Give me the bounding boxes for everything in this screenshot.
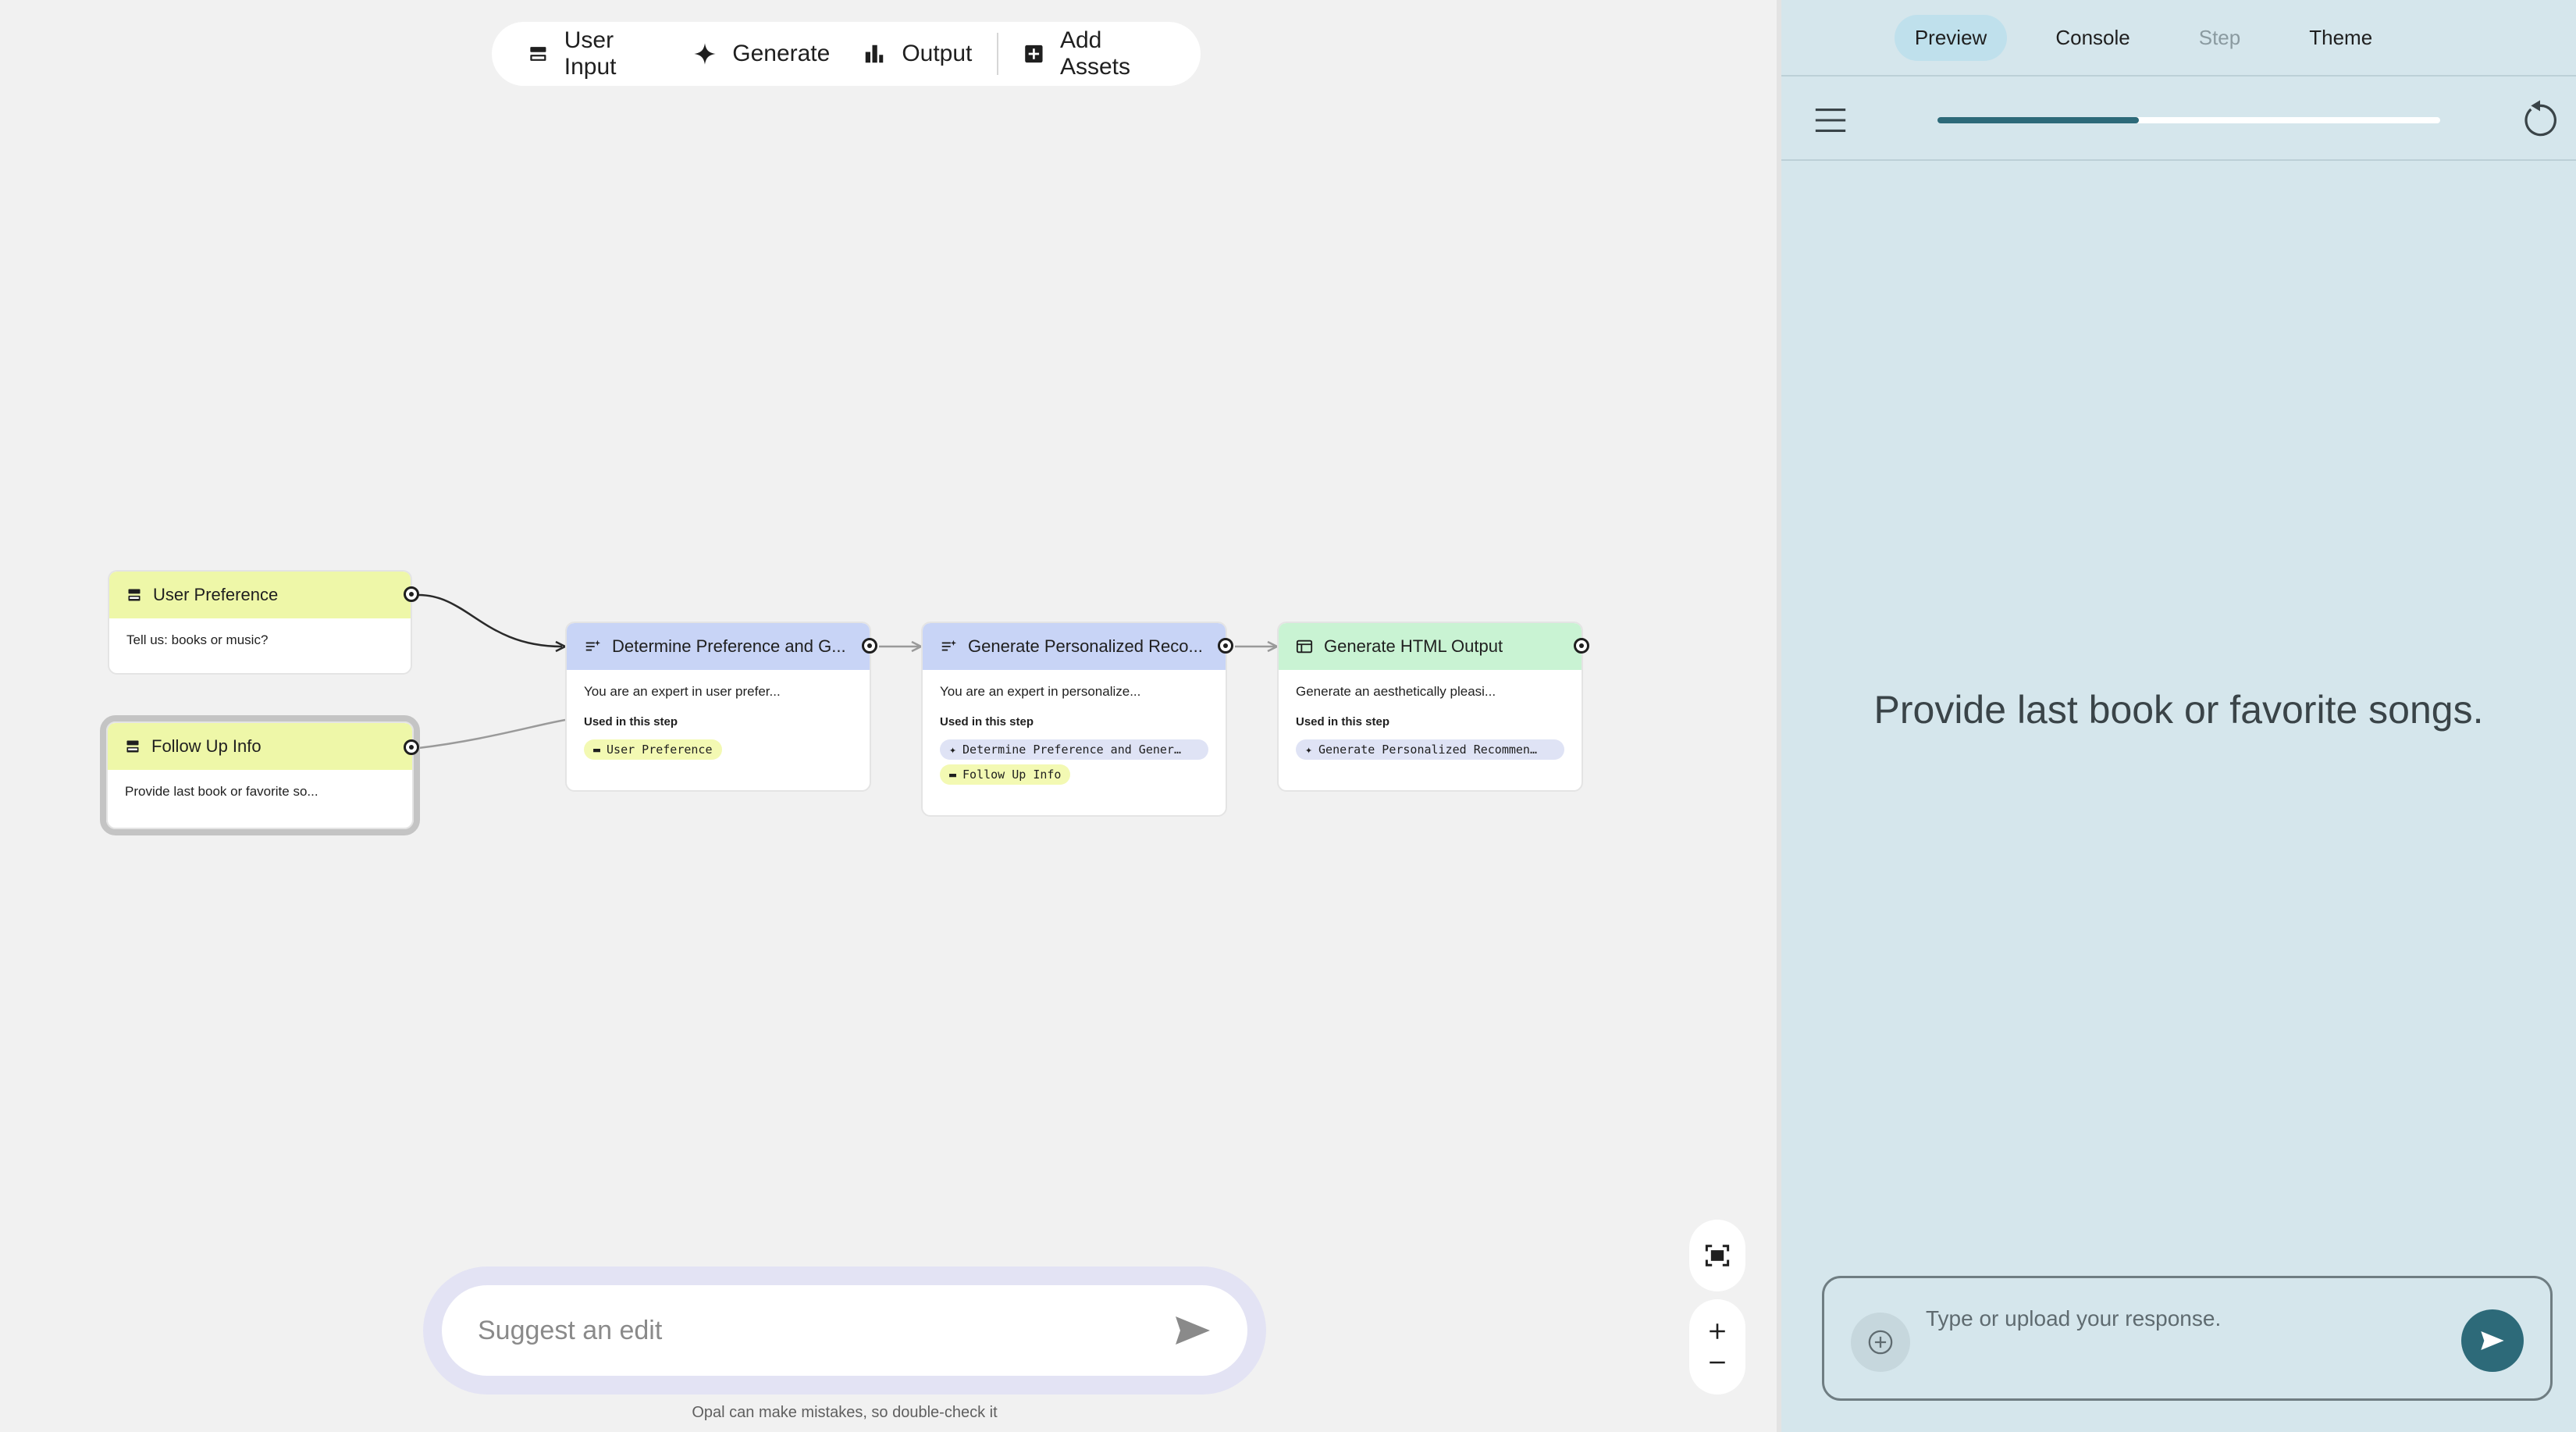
user-input-icon — [128, 589, 141, 601]
node-user-preference[interactable]: User Preference Tell us: books or music? — [108, 570, 412, 675]
user-input-icon: ▬ — [593, 743, 601, 757]
node-header: Generate Personalized Reco... — [923, 623, 1226, 670]
output-port[interactable] — [1218, 638, 1233, 654]
send-response-button[interactable] — [2461, 1309, 2524, 1372]
node-description: Provide last book or favorite so... — [125, 784, 318, 799]
node-body: Provide last book or favorite so... — [108, 770, 412, 814]
node-generate-recommendations[interactable]: Generate Personalized Reco... You are an… — [921, 622, 1227, 817]
sparkle-icon: ✦ — [949, 743, 957, 757]
text-generate-icon — [941, 639, 957, 651]
node-follow-up-info[interactable]: Follow Up Info Provide last book or favo… — [106, 721, 414, 829]
node-description: Tell us: books or music? — [126, 632, 269, 647]
node-header: Follow Up Info — [108, 723, 412, 770]
menu-icon[interactable] — [1813, 105, 1848, 136]
tab-theme[interactable]: Theme — [2289, 15, 2393, 61]
chip-label: User Preference — [607, 743, 713, 757]
node-title: Follow Up Info — [151, 736, 262, 756]
used-in-step-label: Used in this step — [584, 715, 678, 728]
node-title: Generate HTML Output — [1324, 636, 1503, 656]
disclaimer-text: Opal can make mistakes, so double-check … — [692, 1404, 998, 1421]
used-in-step-label: Used in this step — [1296, 715, 1390, 728]
connector-user-pref-to-determine — [418, 593, 563, 648]
chip-label: Generate Personalized Recommen… — [1318, 743, 1537, 757]
preview-prompt: Provide last book or favorite songs. — [1873, 688, 2484, 732]
text-generate-icon — [585, 639, 601, 651]
node-body: Tell us: books or music? — [109, 618, 411, 662]
input-chip[interactable]: ✦ Determine Preference and Gener… — [940, 739, 1208, 760]
node-description: You are an expert in personalize... — [940, 684, 1141, 699]
response-input[interactable] — [1926, 1306, 2457, 1353]
node-header: User Preference — [109, 572, 411, 618]
send-icon — [2481, 1331, 2504, 1350]
node-body: You are an expert in user prefer... Used… — [567, 670, 870, 778]
output-port[interactable] — [404, 586, 419, 602]
node-body: You are an expert in personalize... Used… — [923, 670, 1226, 803]
zoom-out-icon[interactable] — [1707, 1352, 1727, 1373]
panel-tabs: Preview Console Step Theme — [1781, 0, 2576, 77]
restart-icon[interactable] — [2518, 98, 2562, 142]
node-title: User Preference — [153, 585, 279, 604]
node-description: Generate an aesthetically pleasi... — [1296, 684, 1496, 699]
input-chip[interactable]: ▬ Follow Up Info — [940, 764, 1071, 785]
fit-to-screen-icon[interactable] — [1704, 1244, 1731, 1267]
node-title: Determine Preference and G... — [612, 636, 846, 656]
suggest-edit-input[interactable] — [478, 1315, 1174, 1346]
tab-preview[interactable]: Preview — [1894, 14, 2008, 61]
send-icon[interactable] — [1174, 1315, 1212, 1346]
progress-bar — [1937, 117, 2440, 123]
suggest-edit-box — [442, 1285, 1247, 1376]
node-determine-preference[interactable]: Determine Preference and G... You are an… — [565, 622, 871, 792]
output-port[interactable] — [862, 638, 877, 654]
chip-label: Follow Up Info — [962, 768, 1062, 782]
used-in-step-label: Used in this step — [940, 715, 1034, 728]
zoom-in-icon[interactable] — [1707, 1321, 1727, 1341]
node-header: Determine Preference and G... — [567, 623, 870, 670]
input-chip[interactable]: ✦ Generate Personalized Recommen… — [1296, 739, 1564, 760]
connector-follow-up-to-reco — [418, 718, 566, 750]
chip-label: Determine Preference and Gener… — [962, 743, 1181, 757]
add-circle-icon — [1868, 1330, 1893, 1355]
node-body: Generate an aesthetically pleasi... Used… — [1279, 670, 1582, 778]
fit-view-control — [1689, 1220, 1745, 1291]
node-html-output[interactable]: Generate HTML Output Generate an aesthet… — [1277, 622, 1583, 792]
preview-panel: Preview Console Step Theme Provide last … — [1777, 0, 2576, 1432]
preview-header — [1781, 78, 2576, 161]
tab-console[interactable]: Console — [2035, 15, 2150, 61]
flow-canvas[interactable]: User Input Generate Output Add Assets Us… — [0, 0, 1777, 1432]
sparkle-icon: ✦ — [1305, 743, 1313, 757]
node-title: Generate Personalized Reco... — [968, 636, 1203, 656]
user-input-icon — [126, 740, 139, 753]
node-header: Generate HTML Output — [1279, 623, 1582, 670]
attach-button[interactable] — [1851, 1313, 1910, 1372]
input-chip[interactable]: ▬ User Preference — [584, 739, 722, 760]
output-port[interactable] — [1574, 638, 1589, 654]
node-description: You are an expert in user prefer... — [584, 684, 781, 699]
user-input-icon: ▬ — [949, 768, 957, 782]
tab-step[interactable]: Step — [2179, 15, 2261, 61]
response-input-box — [1822, 1276, 2553, 1401]
web-page-icon — [1296, 639, 1313, 654]
progress-fill — [1937, 117, 2139, 123]
output-port[interactable] — [404, 739, 419, 755]
zoom-controls — [1689, 1299, 1745, 1395]
